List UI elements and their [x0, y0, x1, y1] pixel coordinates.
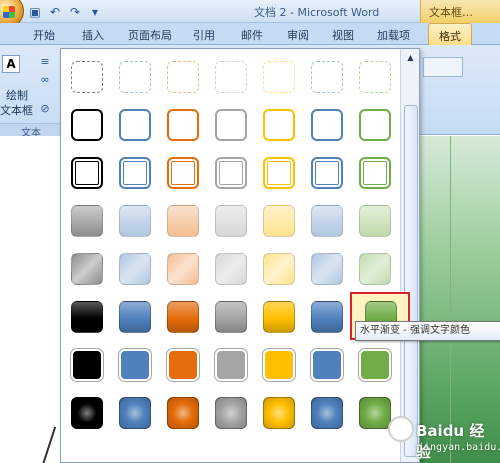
style-swatch[interactable] [167, 253, 199, 285]
style-swatch[interactable] [167, 301, 199, 333]
style-swatch[interactable] [311, 253, 343, 285]
tab-mailings[interactable]: 邮件 [241, 27, 263, 43]
style-swatch[interactable] [263, 397, 295, 429]
title-bar: ▣ ↶ ↷ ▾ 文档 2 - Microsoft Word 文本框… [0, 0, 500, 28]
style-swatch[interactable] [311, 349, 343, 381]
style-swatch[interactable] [311, 397, 343, 429]
customize-icon[interactable]: ▾ [87, 4, 103, 20]
tab-view[interactable]: 视图 [332, 27, 354, 43]
style-swatch[interactable] [359, 253, 391, 285]
draw-textbox-label[interactable]: 绘制 [6, 87, 28, 103]
style-swatch[interactable] [71, 205, 103, 237]
style-swatch[interactable] [311, 301, 343, 333]
tab-page-layout[interactable]: 页面布局 [128, 27, 172, 43]
scroll-up-arrow-icon[interactable]: ▲ [404, 52, 417, 64]
textbox-dropdown-label[interactable]: 文本框 [0, 102, 33, 118]
style-swatch[interactable] [71, 61, 103, 93]
document-page[interactable] [0, 136, 62, 463]
watermark-brand: Baidu 经验 [416, 422, 485, 461]
style-swatch[interactable] [71, 301, 103, 333]
style-swatch[interactable] [215, 397, 247, 429]
tab-review[interactable]: 审阅 [287, 27, 309, 43]
style-tooltip: 水平渐变 - 强调文字颜色 [355, 321, 500, 341]
style-swatch[interactable] [359, 349, 391, 381]
style-swatch[interactable] [359, 61, 391, 93]
style-swatch[interactable] [263, 157, 295, 189]
style-swatch[interactable] [119, 301, 151, 333]
style-swatch[interactable] [215, 301, 247, 333]
shape-fill-button[interactable] [423, 57, 463, 77]
style-swatch[interactable] [263, 61, 295, 93]
gallery-scrollbar[interactable]: ▲ [400, 49, 419, 462]
style-swatch[interactable] [71, 253, 103, 285]
ribbon-tabs: 开始 插入 页面布局 引用 邮件 审阅 视图 加载项 格式 [0, 23, 500, 46]
style-swatch[interactable] [167, 109, 199, 141]
text-direction-icon[interactable]: ≡ [38, 55, 52, 69]
window-title: 文档 2 - Microsoft Word [254, 6, 380, 19]
style-swatch[interactable] [119, 205, 151, 237]
style-swatch[interactable] [215, 61, 247, 93]
style-swatch[interactable] [71, 109, 103, 141]
style-swatch[interactable] [71, 397, 103, 429]
tab-insert[interactable]: 插入 [82, 27, 104, 43]
save-icon[interactable]: ▣ [27, 4, 43, 20]
link-icon[interactable]: ∞ [38, 73, 52, 87]
style-swatch[interactable] [311, 109, 343, 141]
style-swatch[interactable] [359, 397, 391, 429]
style-swatch[interactable] [215, 109, 247, 141]
style-swatch[interactable] [71, 349, 103, 381]
tab-home[interactable]: 开始 [33, 27, 55, 43]
style-swatch[interactable] [359, 205, 391, 237]
quick-access-toolbar: ▣ ↶ ↷ ▾ [27, 3, 103, 20]
style-swatch[interactable] [263, 205, 295, 237]
text-group: A ≡ ∞ 绘制 文本框 ⊘ 文本 [0, 49, 62, 139]
style-swatch[interactable] [167, 397, 199, 429]
undo-icon[interactable]: ↶ [47, 4, 63, 20]
style-swatch[interactable] [167, 205, 199, 237]
watermark-url: jingyan.baidu.com [418, 442, 500, 453]
style-swatch[interactable] [263, 253, 295, 285]
style-swatch[interactable] [167, 157, 199, 189]
ribbon-right-area [420, 49, 500, 133]
unlink-icon[interactable]: ⊘ [38, 102, 52, 116]
style-swatch[interactable] [263, 349, 295, 381]
style-swatch[interactable] [167, 349, 199, 381]
scrollbar-thumb[interactable] [404, 105, 418, 457]
style-swatch[interactable] [311, 61, 343, 93]
style-swatch[interactable] [263, 301, 295, 333]
style-swatch[interactable] [119, 253, 151, 285]
style-swatch[interactable] [215, 205, 247, 237]
style-swatch[interactable] [119, 157, 151, 189]
style-swatch[interactable] [311, 205, 343, 237]
style-swatch[interactable] [119, 61, 151, 93]
text-style-icon[interactable]: A [2, 55, 20, 73]
context-tab-title: 文本框… [420, 0, 500, 23]
tab-references[interactable]: 引用 [193, 27, 215, 43]
redo-icon[interactable]: ↷ [67, 4, 83, 20]
tab-format[interactable]: 格式 [428, 23, 472, 46]
style-swatch[interactable] [215, 253, 247, 285]
style-swatch[interactable] [119, 109, 151, 141]
style-swatch[interactable] [359, 157, 391, 189]
style-swatch[interactable] [167, 61, 199, 93]
tab-add-ins[interactable]: 加载项 [377, 27, 410, 43]
style-swatch[interactable] [119, 397, 151, 429]
office-logo-icon [3, 6, 15, 18]
style-swatch[interactable] [119, 349, 151, 381]
paw-logo-icon [388, 416, 414, 442]
shape-styles-gallery[interactable]: ▲ [60, 48, 420, 463]
style-swatch[interactable] [215, 349, 247, 381]
style-swatch[interactable] [263, 109, 295, 141]
style-swatch[interactable] [71, 157, 103, 189]
style-swatch[interactable] [359, 109, 391, 141]
baidu-watermark: Baidu 经验 jingyan.baidu.com [388, 414, 500, 461]
style-swatch[interactable] [311, 157, 343, 189]
text-group-name: 文本 [0, 123, 62, 139]
style-swatch[interactable] [215, 157, 247, 189]
